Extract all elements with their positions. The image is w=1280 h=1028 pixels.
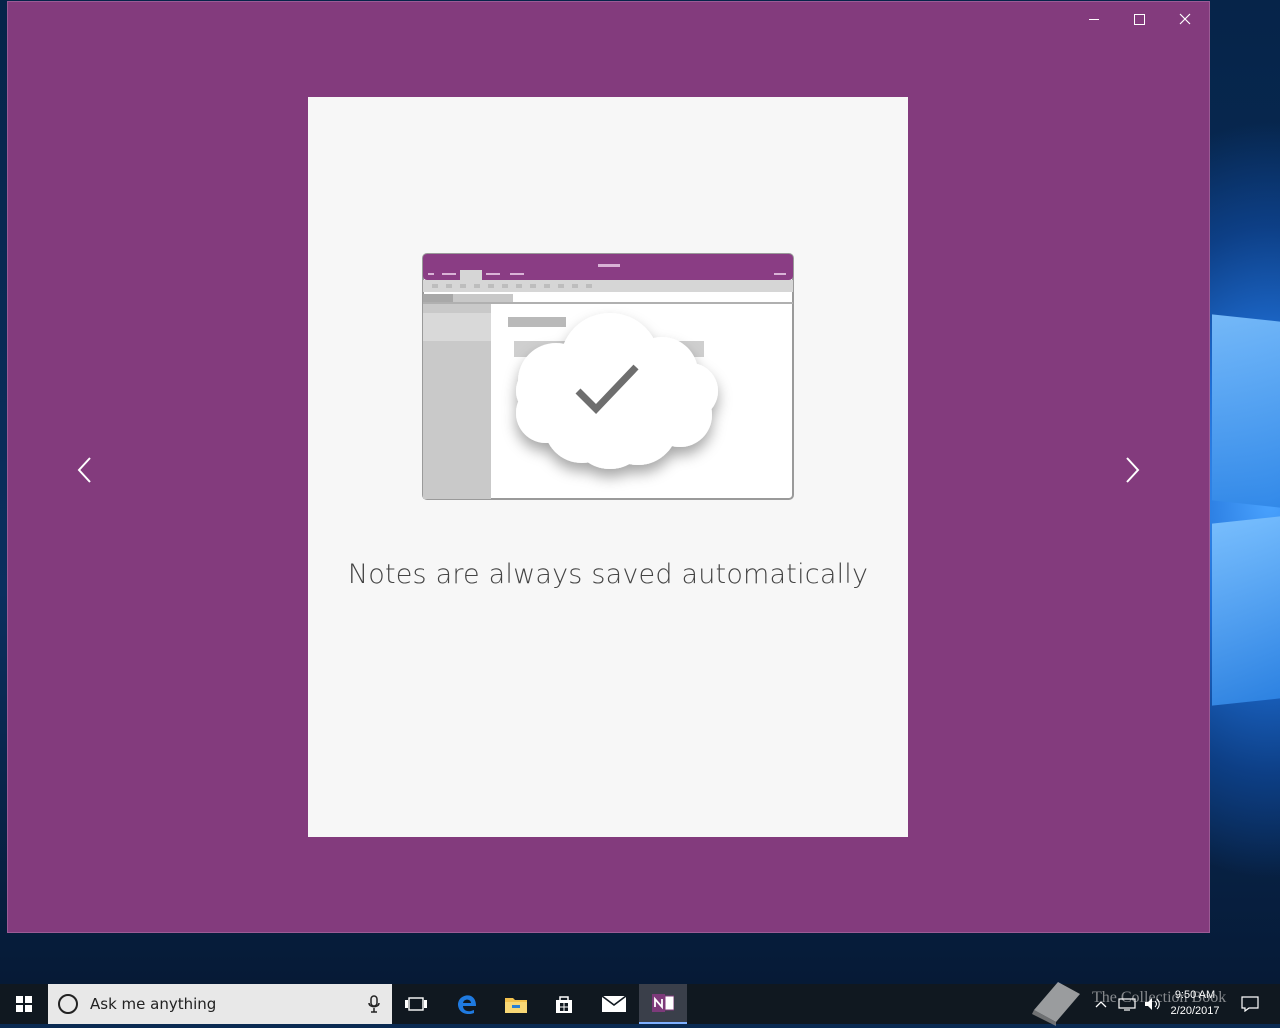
search-placeholder: Ask me anything [90,995,217,1013]
maximize-icon [1133,13,1145,25]
mail-icon [602,996,626,1012]
mail-button[interactable] [590,984,638,1024]
onboarding-caption: Notes are always saved automatically [347,559,869,590]
onenote-icon [652,994,674,1012]
autosave-illustration [422,253,794,500]
onenote-taskbar-button[interactable] [639,984,687,1024]
file-explorer-icon [505,998,527,1013]
wallpaper-window-pane [1212,314,1280,508]
onboarding-card: Notes are always saved automatically [308,97,908,837]
edge-button[interactable] [443,984,491,1024]
next-slide-button[interactable] [1113,450,1153,490]
start-button[interactable] [0,984,48,1024]
store-button[interactable] [540,984,588,1024]
previous-slide-button[interactable] [64,450,104,490]
chevron-up-icon[interactable] [1094,999,1108,1009]
chevron-left-icon [77,457,91,483]
wallpaper-window-pane [1212,516,1280,706]
windows-logo-icon [16,996,32,1012]
file-explorer-button[interactable] [492,984,540,1024]
maximize-button[interactable] [1116,4,1162,34]
task-view-button[interactable] [392,984,440,1024]
watermark-book-icon [1032,982,1080,1026]
action-center-button[interactable] [1232,984,1268,1024]
taskbar: Ask me anything The Collection Book 9:50… [0,982,1280,1026]
close-button[interactable] [1162,4,1208,34]
store-icon [556,996,572,1013]
action-center-icon [1241,996,1259,1012]
close-icon [1179,13,1191,25]
onenote-window: Notes are always saved automatically [7,1,1210,933]
network-icon[interactable] [1118,997,1136,1011]
microphone-icon[interactable] [368,995,380,1013]
minimize-button[interactable] [1071,4,1117,34]
edge-icon [458,995,476,1015]
minimize-icon [1089,18,1099,20]
cortana-search-box[interactable]: Ask me anything [48,984,392,1024]
task-view-icon [405,997,427,1011]
clock-date: 2/20/2017 [1170,1005,1220,1017]
clock-time: 9:50 AM [1174,989,1216,1001]
system-tray [1094,984,1162,1024]
taskbar-clock[interactable]: 9:50 AM 2/20/2017 [1160,987,1230,1019]
cortana-icon [58,994,78,1014]
chevron-right-icon [1126,457,1140,483]
